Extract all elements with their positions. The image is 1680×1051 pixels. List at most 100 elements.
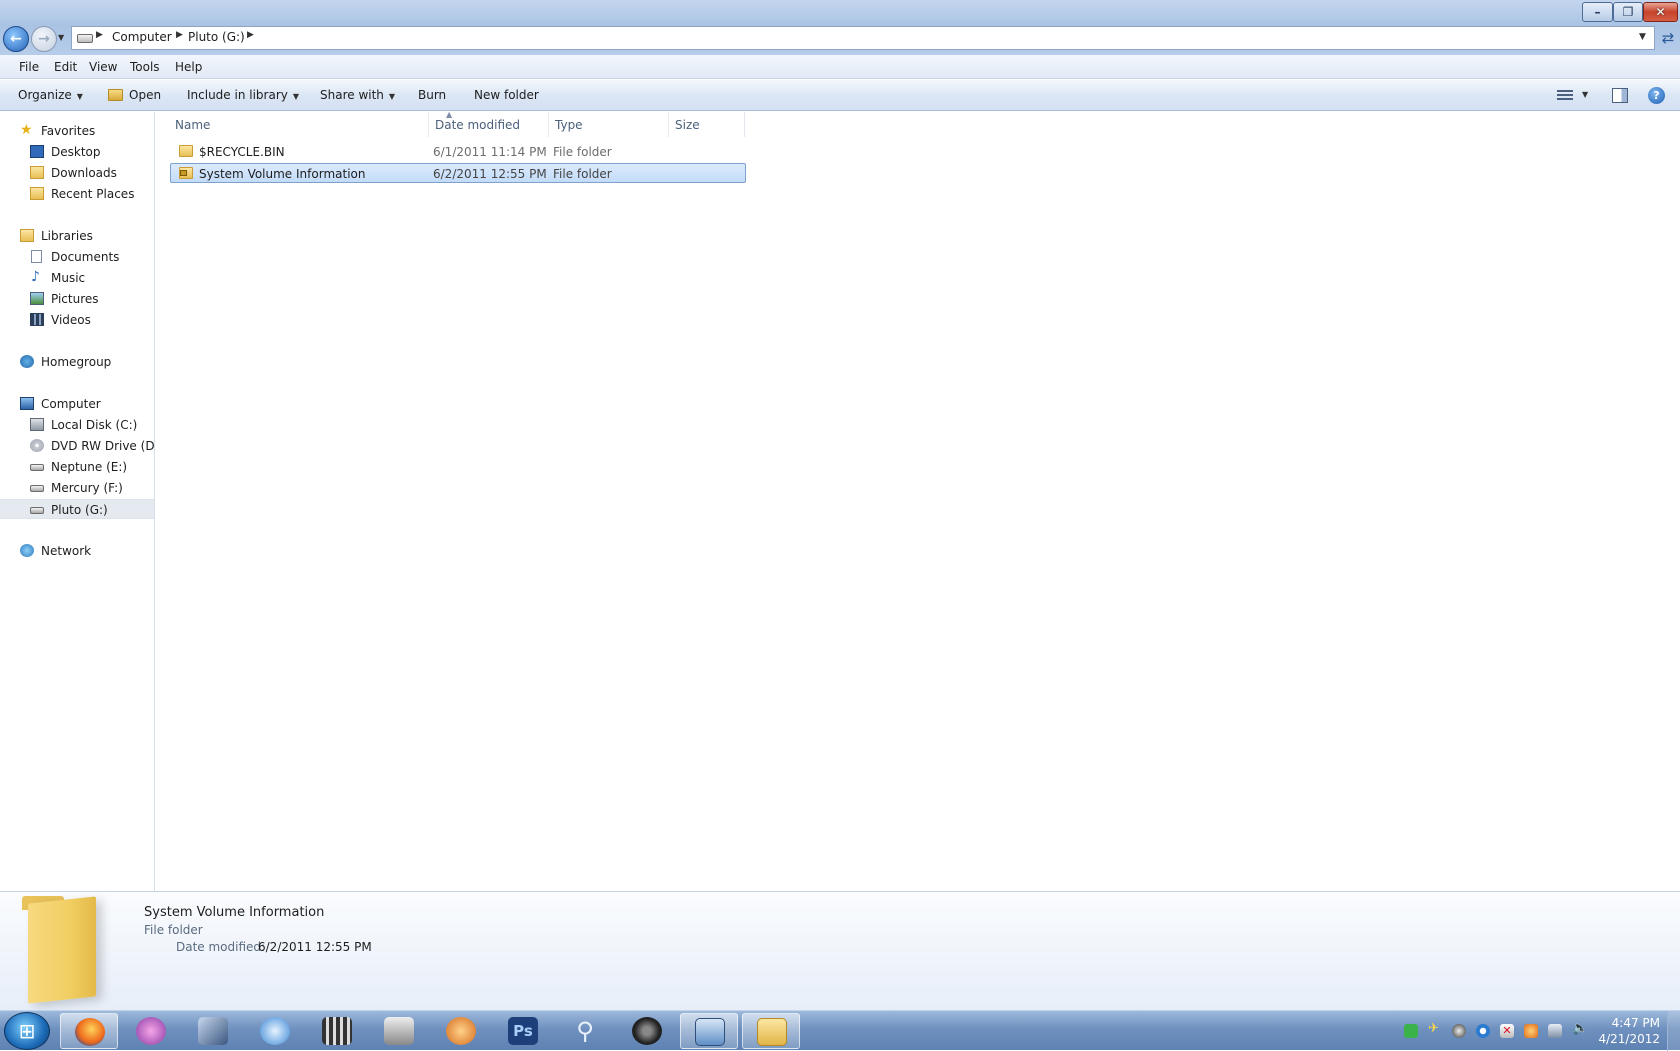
back-button[interactable]: ← [3, 26, 29, 52]
taskbar-webcam[interactable] [618, 1013, 676, 1049]
tray-sync-icon[interactable] [1476, 1024, 1490, 1038]
taskbar-pinnacle[interactable] [184, 1013, 242, 1049]
show-desktop-button[interactable] [1667, 1011, 1680, 1051]
new-folder-button[interactable]: New folder [474, 88, 539, 102]
arrow-left-icon: ← [10, 31, 22, 47]
maximize-button[interactable]: ❐ [1613, 2, 1643, 22]
nav-pluto-g[interactable]: Pluto (G:) [0, 499, 154, 519]
breadcrumb-arrow-icon[interactable]: ▶ [247, 30, 254, 40]
minimize-button[interactable]: – [1582, 2, 1613, 22]
details-pane: System Volume Information File folder Da… [0, 891, 1680, 1010]
include-in-library-button[interactable]: Include in library ▼ [187, 88, 299, 102]
dvd-drive-icon [30, 439, 44, 452]
nav-mercury-f[interactable]: Mercury (F:) [0, 478, 154, 498]
help-icon[interactable]: ? [1648, 87, 1665, 104]
tray-webcam-icon[interactable] [1452, 1024, 1466, 1038]
breadcrumb-pluto[interactable]: Pluto (G:) [188, 30, 245, 44]
drive-icon [30, 485, 44, 492]
share-with-button[interactable]: Share with ▼ [320, 88, 395, 102]
column-name[interactable]: Name [169, 112, 429, 137]
refresh-button[interactable]: ⇄ [1658, 27, 1678, 49]
navigation-pane: ★ Favorites Desktop Downloads Recent Pla… [0, 112, 155, 892]
computer-icon [20, 397, 34, 410]
taskbar-windows-explorer[interactable] [742, 1013, 800, 1049]
taskbar-search[interactable]: ⚲ [556, 1013, 614, 1049]
taskbar-camcorder[interactable] [370, 1013, 428, 1049]
breadcrumb-arrow-icon[interactable]: ▶ [176, 30, 183, 40]
taskbar-messenger[interactable] [432, 1013, 490, 1049]
file-type: File folder [553, 167, 612, 181]
breadcrumb-computer[interactable]: Computer [112, 30, 172, 44]
nav-network[interactable]: Network [0, 541, 154, 561]
tray-volume-icon[interactable]: 🔈 [1572, 1021, 1588, 1036]
nav-desktop[interactable]: Desktop [0, 142, 154, 162]
taskbar-firefox[interactable] [60, 1013, 118, 1049]
menu-help[interactable]: Help [175, 60, 202, 74]
tray-network-icon[interactable] [1548, 1024, 1562, 1038]
taskbar-video-editor[interactable] [308, 1013, 366, 1049]
column-type[interactable]: Type [549, 112, 669, 137]
remote-desktop-icon [695, 1018, 725, 1046]
menu-tools[interactable]: Tools [130, 60, 160, 74]
nav-documents-label: Documents [51, 250, 120, 264]
menu-edit[interactable]: Edit [54, 60, 77, 74]
taskbar-media-center[interactable] [122, 1013, 180, 1049]
menu-file[interactable]: File [19, 60, 39, 74]
itunes-icon [260, 1017, 290, 1045]
address-bar[interactable]: ▶ Computer ▶ Pluto (G:) ▶ ▼ [71, 26, 1655, 50]
clock-time[interactable]: 4:47 PM [1600, 1016, 1660, 1030]
preview-pane-icon[interactable] [1612, 88, 1628, 103]
share-with-label: Share with [320, 88, 384, 102]
close-button[interactable]: ✕ [1643, 2, 1678, 22]
tray-updater-icon[interactable] [1524, 1024, 1538, 1038]
nav-computer[interactable]: Computer [0, 394, 154, 414]
burn-button[interactable]: Burn [418, 88, 446, 102]
nav-downloads[interactable]: Downloads [0, 163, 154, 183]
open-folder-icon[interactable] [108, 89, 123, 101]
nav-recent-places[interactable]: Recent Places [0, 184, 154, 204]
open-button[interactable]: Open [129, 88, 161, 102]
column-header: Name ▲ Date modified Type Size [169, 110, 901, 137]
column-date-modified[interactable]: Date modified [429, 112, 549, 137]
nav-dvd-drive-d[interactable]: DVD RW Drive (D:) F [0, 436, 154, 456]
nav-favorites-label: Favorites [41, 124, 96, 138]
windows-logo-icon: ⊞ [18, 1019, 36, 1043]
nav-videos[interactable]: Videos [0, 310, 154, 330]
taskbar-itunes[interactable] [246, 1013, 304, 1049]
nav-libraries[interactable]: Libraries [0, 226, 154, 246]
nav-music[interactable]: ♪ Music [0, 268, 154, 288]
nav-neptune-e[interactable]: Neptune (E:) [0, 457, 154, 477]
close-icon: ✕ [1655, 5, 1666, 19]
taskbar-remote-desktop[interactable] [680, 1013, 738, 1049]
nav-homegroup[interactable]: Homegroup [0, 352, 154, 372]
nav-documents[interactable]: Documents [0, 247, 154, 267]
start-button[interactable]: ⊞ [4, 1012, 50, 1050]
views-chevron-down-icon[interactable]: ▼ [1582, 90, 1588, 99]
table-row-selected[interactable]: System Volume Information 6/2/2011 12:55… [170, 163, 746, 183]
forward-button[interactable]: → [31, 26, 57, 52]
views-icon[interactable] [1557, 89, 1573, 102]
column-size[interactable]: Size [669, 112, 745, 137]
nav-libraries-label: Libraries [41, 229, 93, 243]
nav-local-disk-c[interactable]: Local Disk (C:) [0, 415, 154, 435]
taskbar: ⊞ Ps ⚲ ✈ ✕ 🔈 4:47 PM 4/21/2012 [0, 1010, 1680, 1051]
table-row[interactable]: $RECYCLE.BIN 6/1/2011 11:14 PM File fold… [171, 142, 899, 162]
menu-bar: File Edit View Tools Help [0, 55, 1680, 79]
recent-pages-chevron-icon[interactable]: ▼ [58, 33, 64, 42]
nav-favorites[interactable]: ★ Favorites [0, 121, 154, 141]
tray-battery-icon[interactable] [1404, 1024, 1418, 1038]
command-bar: Organize ▼ Open Include in library ▼ Share… [0, 80, 1680, 111]
tray-airplane-icon[interactable]: ✈ [1428, 1021, 1442, 1036]
nav-pictures[interactable]: Pictures [0, 289, 154, 309]
tray-security-alert-icon[interactable]: ✕ [1500, 1024, 1514, 1038]
breadcrumb-arrow-icon[interactable]: ▶ [96, 30, 103, 40]
details-type: File folder [144, 923, 203, 937]
taskbar-photoshop[interactable]: Ps [494, 1013, 552, 1049]
camcorder-icon [384, 1017, 414, 1045]
column-size-label: Size [675, 118, 700, 132]
organize-button[interactable]: Organize ▼ [18, 88, 83, 102]
address-dropdown-icon[interactable]: ▼ [1639, 32, 1646, 42]
menu-view[interactable]: View [89, 60, 117, 74]
column-date-label: Date modified [435, 118, 521, 132]
clock-date[interactable]: 4/21/2012 [1592, 1032, 1660, 1046]
